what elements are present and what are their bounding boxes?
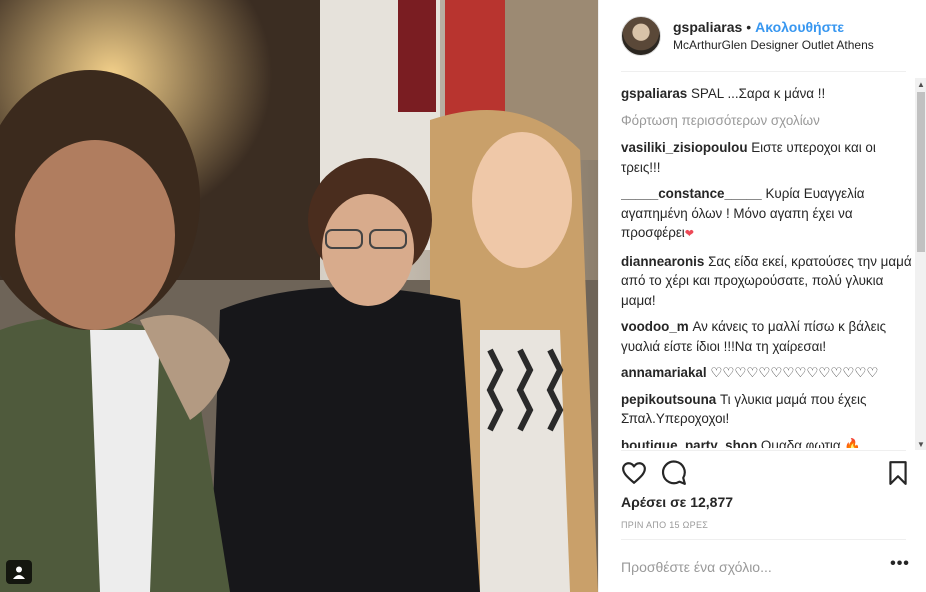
comment-input[interactable] — [621, 552, 885, 582]
comment-text: ♡♡♡♡♡♡♡♡♡♡♡♡♡♡ — [710, 365, 879, 380]
user-tag-badge[interactable] — [6, 560, 32, 584]
comment-username[interactable]: pepikoutsouna — [621, 392, 716, 407]
photo-image — [0, 0, 598, 592]
caption-username[interactable]: gspaliaras — [621, 86, 687, 101]
list-item: voodoo_m Αν κάνεις το μαλλί πίσω κ βάλει… — [621, 317, 915, 356]
comments-scrollbar[interactable]: ▲ ▼ — [915, 78, 926, 450]
user-tag-icon — [13, 566, 25, 579]
list-item: boutique_party_shop Ομαδα φωτια 🔥 — [621, 436, 915, 449]
comments-list: gspaliaras SPAL ...Σαρα κ μάνα !! Φόρτωσ… — [621, 84, 915, 448]
more-options-button[interactable]: ••• — [889, 556, 911, 576]
like-button[interactable] — [621, 460, 647, 486]
divider — [621, 450, 906, 451]
list-item: pepikoutsouna Τι γλυκια μαμά που έχεις Σ… — [621, 390, 915, 429]
scroll-up-icon[interactable]: ▲ — [915, 78, 926, 90]
avatar[interactable] — [621, 16, 661, 56]
comment-username[interactable]: boutique_party_shop — [621, 438, 757, 449]
scroll-down-icon[interactable]: ▼ — [915, 438, 926, 450]
divider — [621, 539, 906, 540]
list-item: annamariakal ♡♡♡♡♡♡♡♡♡♡♡♡♡♡ — [621, 363, 915, 383]
comment-username[interactable]: voodoo_m — [621, 319, 689, 334]
comment-button[interactable] — [661, 460, 687, 486]
list-item: diannearonis Σας είδα εκεί, κρατούσες τη… — [621, 252, 915, 311]
comment-form — [621, 552, 885, 582]
list-item: _____constance_____ Κυρία Ευαγγελία αγαπ… — [621, 184, 915, 245]
caption: gspaliaras SPAL ...Σαρα κ μάνα !! — [621, 84, 915, 104]
post-timestamp: ΠΡΙΝ ΑΠΟ 15 ΩΡΕΣ — [621, 520, 709, 530]
action-bar — [621, 460, 911, 488]
location-link[interactable]: McArthurGlen Designer Outlet Athens — [673, 36, 874, 54]
load-more-comments-button[interactable]: Φόρτωση περισσότερων σχολίων — [621, 111, 915, 131]
post-header: gspaliaras • Ακολουθήστε McArthurGlen Desi… — [599, 0, 926, 72]
post-sidebar: gspaliaras • Ακολουθήστε McArthurGlen Desi… — [598, 0, 926, 592]
scroll-thumb[interactable] — [917, 92, 925, 252]
comment-username[interactable]: diannearonis — [621, 254, 704, 269]
list-item: vasiliki_zisiopoulou Ειστε υπεροχοι και … — [621, 138, 915, 177]
divider — [621, 71, 906, 72]
save-button[interactable] — [885, 460, 911, 486]
separator-dot: • — [746, 19, 752, 35]
likes-count[interactable]: Αρέσει σε 12,877 — [621, 494, 733, 510]
fire-emoji-icon: 🔥 — [844, 437, 862, 449]
speech-bubble-icon — [662, 460, 686, 485]
caption-text: SPAL ...Σαρα κ μάνα !! — [690, 86, 826, 101]
comment-username[interactable]: vasiliki_zisiopoulou — [621, 140, 748, 155]
bookmark-icon — [889, 461, 907, 485]
heart-emoji-icon: ❤ — [684, 228, 695, 240]
heart-outline-icon — [622, 462, 646, 484]
post-photo[interactable] — [0, 0, 598, 592]
comment-text: Ομαδα φωτια — [760, 437, 841, 449]
comment-username[interactable]: annamariakal — [621, 365, 707, 380]
follow-button[interactable]: Ακολουθήστε — [755, 19, 844, 35]
username-link[interactable]: gspaliaras — [673, 19, 742, 35]
comment-username[interactable]: _____constance_____ — [621, 186, 762, 201]
